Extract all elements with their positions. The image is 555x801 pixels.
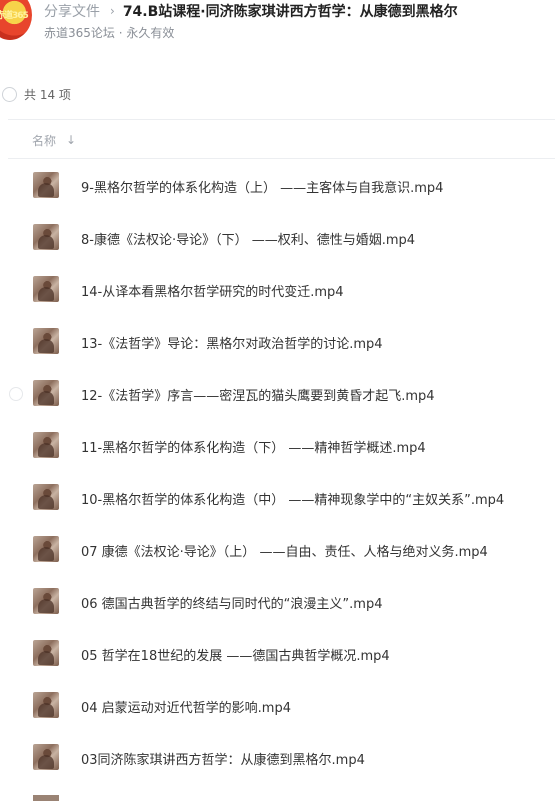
row-checkbox[interactable] bbox=[9, 647, 23, 661]
row-checkbox[interactable] bbox=[9, 335, 23, 349]
file-name[interactable]: 06 德国古典哲学的终结与同时代的“浪漫主义”.mp4 bbox=[81, 593, 382, 612]
row-checkbox[interactable] bbox=[9, 543, 23, 557]
file-name[interactable]: 14-从译本看黑格尔哲学研究的时代变迁.mp4 bbox=[81, 281, 344, 300]
video-thumbnail-icon bbox=[33, 380, 59, 406]
video-thumbnail-icon bbox=[33, 172, 59, 198]
video-thumbnail-icon bbox=[33, 692, 59, 718]
avatar-text: 赤道365 bbox=[0, 11, 29, 21]
file-row[interactable]: 9-黑格尔哲学的体系化构造（上） ——主客体与自我意识.mp4 bbox=[0, 160, 555, 212]
divider bbox=[8, 119, 555, 120]
item-count: 共 14 项 bbox=[24, 87, 71, 102]
file-row[interactable]: 8-康德《法权论·导论》（下） ——权利、德性与婚姻.mp4 bbox=[0, 212, 555, 264]
file-name[interactable]: 07 康德《法权论·导论》（上） ——自由、责任、人格与绝对义务.mp4 bbox=[81, 541, 488, 560]
file-name[interactable]: 03同济陈家琪讲西方哲学：从康德到黑格尔.mp4 bbox=[81, 749, 365, 768]
file-name[interactable]: 9-黑格尔哲学的体系化构造（上） ——主客体与自我意识.mp4 bbox=[81, 177, 443, 196]
row-checkbox[interactable] bbox=[9, 595, 23, 609]
file-name[interactable]: 11-黑格尔哲学的体系化构造（下） ——精神哲学概述.mp4 bbox=[81, 437, 426, 456]
file-name[interactable]: 8-康德《法权论·导论》（下） ——权利、德性与婚姻.mp4 bbox=[81, 229, 415, 248]
file-row[interactable]: 12-《法哲学》序言——密涅瓦的猫头鹰要到黄昏才起飞.mp4 bbox=[0, 368, 555, 420]
video-thumbnail-icon bbox=[33, 224, 59, 250]
video-thumbnail-icon bbox=[33, 588, 59, 614]
file-row[interactable]: 04 启蒙运动对近代哲学的影响.mp4 bbox=[0, 680, 555, 732]
row-checkbox[interactable] bbox=[9, 699, 23, 713]
breadcrumb: 分享文件 › 74.B站课程·同济陈家琪讲西方哲学：从康德到黑格尔 bbox=[44, 0, 458, 22]
row-checkbox[interactable] bbox=[9, 283, 23, 297]
name-column-label: 名称 bbox=[32, 133, 57, 148]
share-info: 赤道365论坛 · 永久有效 bbox=[44, 26, 175, 40]
row-checkbox[interactable] bbox=[9, 387, 23, 401]
file-name[interactable]: 05 哲学在18世纪的发展 ——德国古典哲学概况.mp4 bbox=[81, 645, 390, 664]
video-thumbnail-icon bbox=[33, 276, 59, 302]
forum-avatar[interactable]: 赤道365 bbox=[0, 0, 32, 40]
share-header: 赤道365 分享文件 › 74.B站课程·同济陈家琪讲西方哲学：从康德到黑格尔 … bbox=[0, 0, 555, 50]
video-thumbnail-icon bbox=[33, 640, 59, 666]
row-checkbox[interactable] bbox=[9, 231, 23, 245]
breadcrumb-shared-files-link[interactable]: 分享文件 bbox=[44, 1, 100, 21]
file-name[interactable]: 12-《法哲学》序言——密涅瓦的猫头鹰要到黄昏才起飞.mp4 bbox=[81, 385, 435, 404]
file-list: 9-黑格尔哲学的体系化构造（上） ——主客体与自我意识.mp4 8-康德《法权论·… bbox=[0, 160, 555, 784]
select-all-checkbox[interactable] bbox=[2, 86, 17, 102]
row-checkbox[interactable] bbox=[9, 751, 23, 765]
row-checkbox[interactable] bbox=[9, 179, 23, 193]
file-name[interactable]: 13-《法哲学》导论：黑格尔对政治哲学的讨论.mp4 bbox=[81, 333, 383, 352]
video-thumbnail-icon bbox=[33, 744, 59, 770]
video-thumbnail-icon bbox=[33, 432, 59, 458]
video-thumbnail-icon bbox=[33, 795, 59, 801]
video-thumbnail-icon bbox=[33, 536, 59, 562]
selection-summary: 共 14 项 bbox=[0, 84, 71, 104]
file-row[interactable]: 11-黑格尔哲学的体系化构造（下） ——精神哲学概述.mp4 bbox=[0, 420, 555, 472]
file-row[interactable]: 03同济陈家琪讲西方哲学：从康德到黑格尔.mp4 bbox=[0, 732, 555, 784]
file-name[interactable]: 04 启蒙运动对近代哲学的影响.mp4 bbox=[81, 697, 291, 716]
divider bbox=[8, 158, 555, 159]
file-row[interactable]: 07 康德《法权论·导论》（上） ——自由、责任、人格与绝对义务.mp4 bbox=[0, 524, 555, 576]
file-row[interactable]: 14-从译本看黑格尔哲学研究的时代变迁.mp4 bbox=[0, 264, 555, 316]
name-column-header[interactable]: 名称 ↓ bbox=[32, 130, 76, 150]
file-row[interactable]: 05 哲学在18世纪的发展 ——德国古典哲学概况.mp4 bbox=[0, 628, 555, 680]
folder-title: 74.B站课程·同济陈家琪讲西方哲学：从康德到黑格尔 bbox=[122, 4, 458, 20]
sort-arrow-icon[interactable]: ↓ bbox=[66, 133, 76, 147]
file-row[interactable]: 06 德国古典哲学的终结与同时代的“浪漫主义”.mp4 bbox=[0, 576, 555, 628]
row-checkbox[interactable] bbox=[9, 491, 23, 505]
video-thumbnail-icon bbox=[33, 484, 59, 510]
file-name[interactable]: 10-黑格尔哲学的体系化构造（中） ——精神现象学中的“主奴关系”.mp4 bbox=[81, 489, 504, 508]
file-row[interactable]: 10-黑格尔哲学的体系化构造（中） ——精神现象学中的“主奴关系”.mp4 bbox=[0, 472, 555, 524]
file-row[interactable]: 13-《法哲学》导论：黑格尔对政治哲学的讨论.mp4 bbox=[0, 316, 555, 368]
video-thumbnail-icon bbox=[33, 328, 59, 354]
row-checkbox[interactable] bbox=[9, 439, 23, 453]
chevron-right-icon: › bbox=[110, 4, 115, 18]
